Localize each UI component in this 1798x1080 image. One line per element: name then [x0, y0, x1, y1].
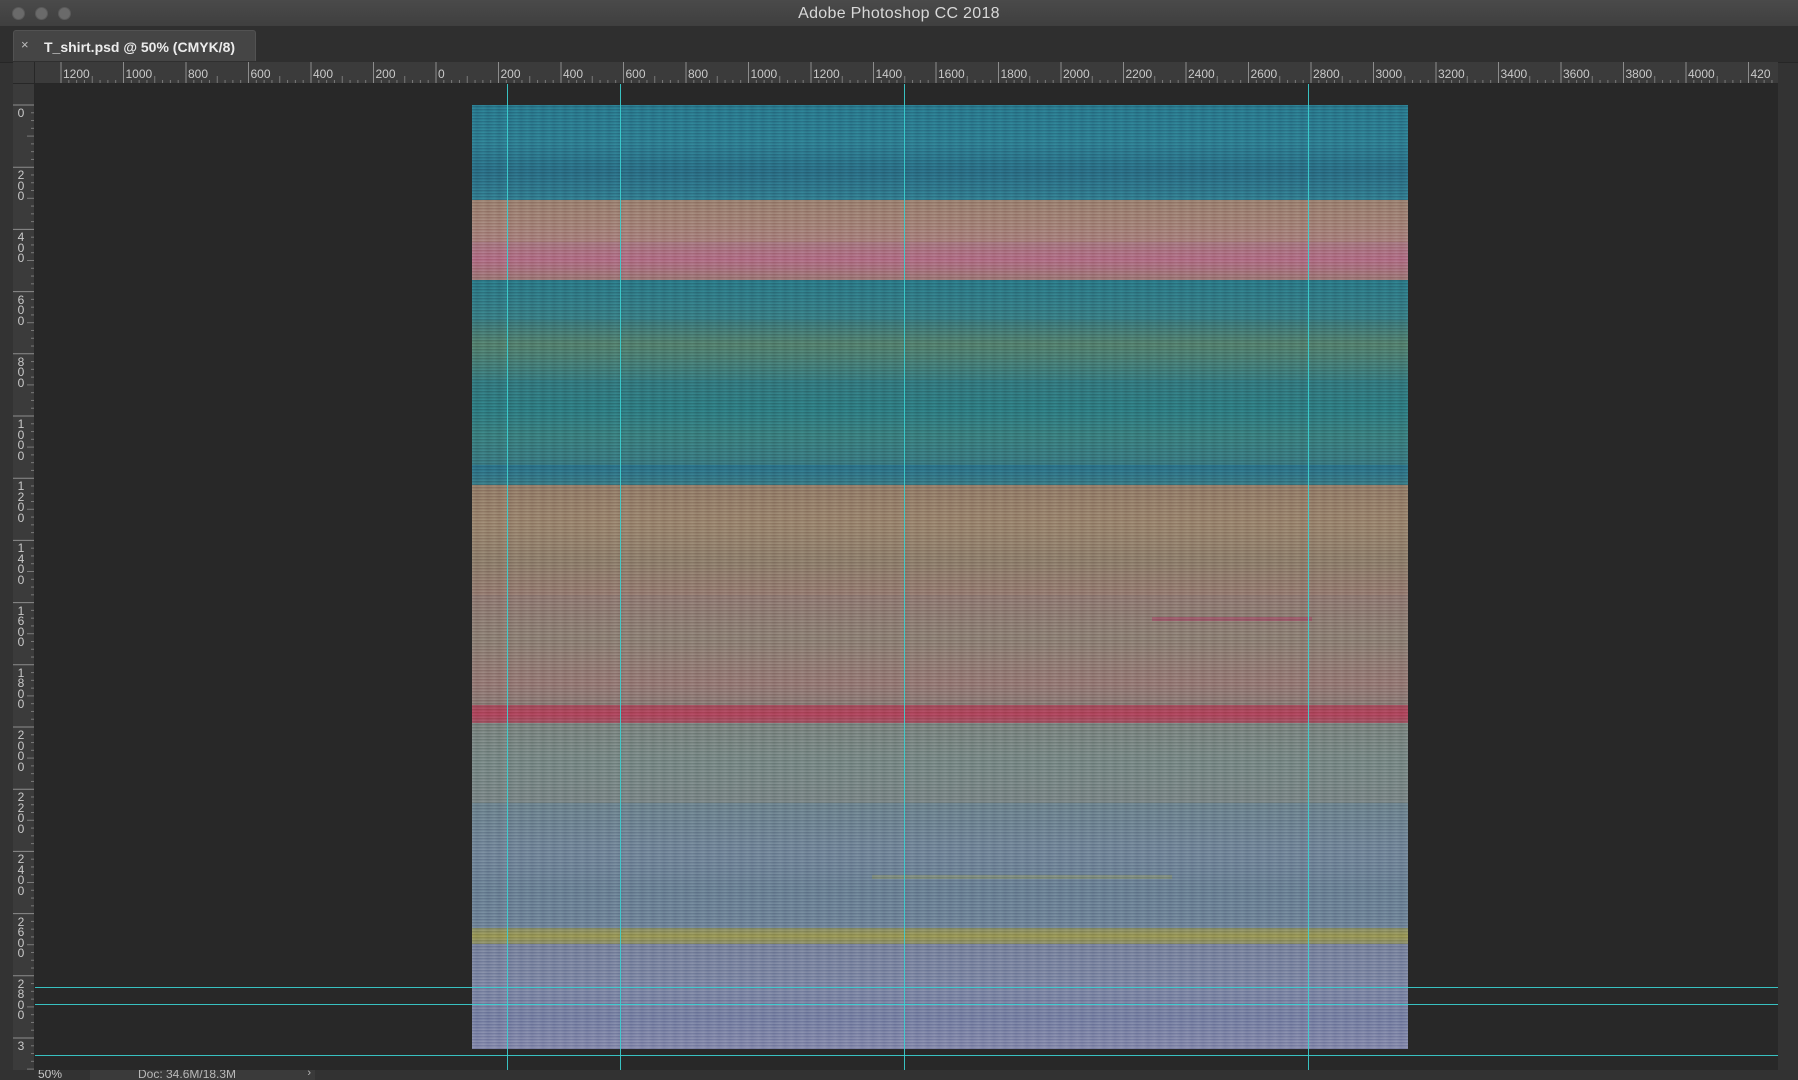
ruler-label: 3800 — [1625, 67, 1653, 81]
document-tab[interactable]: × T_shirt.psd @ 50% (CMYK/8) — [13, 30, 256, 61]
ruler-label: 1600 — [17, 603, 25, 650]
ruler-label: 0 — [17, 106, 25, 120]
ruler-label: 400 — [17, 230, 25, 266]
ruler-label: 2600 — [17, 914, 25, 961]
vertical-ruler[interactable]: 0 200 400 600 800 1000 1200 1400 1600 1800 2000 220… — [13, 84, 35, 1070]
ruler-label: 1600 — [938, 67, 965, 81]
ruler-label: 800 — [17, 354, 25, 390]
ruler-label: 1000 — [17, 417, 25, 463]
ruler-label: 2000 — [17, 728, 25, 774]
ruler-label: 2000 — [1063, 67, 1090, 81]
ruler-label: 2400 — [17, 852, 25, 898]
ruler-label: 1800 — [17, 665, 25, 712]
ruler-label: 1200 — [63, 67, 90, 81]
ruler-label: 2200 — [17, 790, 25, 836]
ruler-label: 2400 — [1188, 67, 1215, 81]
ruler-label: 1000 — [125, 67, 153, 81]
ruler-label: 1200 — [17, 479, 25, 525]
ruler-label: 3600 — [1563, 67, 1590, 81]
document-tab-label: T_shirt.psd @ 50% (CMYK/8) — [44, 39, 236, 55]
ruler-label: 1200 — [813, 67, 840, 81]
horizontal-ruler[interactable]: 1200 1000 800 600 400 200 0 200 400 600 800 1000 120… — [35, 62, 1778, 84]
ruler-label: 3200 — [1438, 67, 1465, 81]
horizontal-guide[interactable] — [35, 1004, 1778, 1005]
ruler-label: 800 — [188, 67, 209, 81]
vertical-guide[interactable] — [507, 84, 508, 1070]
ruler-label: 420 — [1750, 67, 1771, 81]
horizontal-guide[interactable] — [35, 1055, 1778, 1056]
document-info-field[interactable]: Doc: 34.6M/18.3M › — [90, 1070, 315, 1080]
vertical-guide[interactable] — [1308, 84, 1309, 1070]
document-tab-bar: × T_shirt.psd @ 50% (CMYK/8) — [0, 26, 1798, 63]
photoshop-window: Adobe Photoshop CC 2018 × T_shirt.psd @ … — [0, 0, 1798, 1080]
ruler-label: 2800 — [17, 976, 25, 1023]
ruler-label: 600 — [250, 67, 271, 81]
ruler-label: 400 — [563, 67, 584, 81]
ruler-label: 4000 — [1688, 67, 1715, 81]
ruler-label: 200 — [500, 67, 521, 81]
ruler-label: 1000 — [750, 67, 778, 81]
ruler-label: 3400 — [1500, 67, 1528, 81]
horizontal-guide[interactable] — [35, 987, 1778, 988]
ruler-label: 3000 — [1375, 67, 1403, 81]
ruler-label: 1400 — [17, 541, 25, 587]
vertical-guide[interactable] — [904, 84, 905, 1070]
tshirt-artwork-image[interactable] — [472, 105, 1408, 1049]
ruler-label: 200 — [375, 67, 396, 81]
ruler-label: 0 — [438, 67, 445, 81]
ruler-label: 600 — [17, 292, 25, 328]
ruler-label: 2200 — [1125, 67, 1153, 81]
status-bar: 50% Doc: 34.6M/18.3M › — [0, 1070, 1798, 1080]
close-icon[interactable]: × — [21, 38, 29, 52]
ruler-label: 2600 — [1250, 67, 1278, 81]
ruler-origin-corner[interactable] — [13, 62, 35, 84]
title-bar[interactable]: Adobe Photoshop CC 2018 — [0, 0, 1798, 27]
ruler-label: 600 — [625, 67, 646, 81]
document-size-text: Doc: 34.6M/18.3M — [138, 1070, 237, 1080]
ruler-label: 200 — [17, 168, 25, 204]
chevron-right-icon[interactable]: › — [307, 1070, 311, 1079]
document-canvas-area[interactable] — [35, 84, 1778, 1070]
canvas-scroll-gutter[interactable] — [1778, 84, 1798, 1070]
vertical-guide[interactable] — [620, 84, 621, 1070]
ruler-label: 2800 — [1313, 67, 1340, 81]
ruler-label: 1400 — [875, 67, 903, 81]
ruler-label: 800 — [688, 67, 709, 81]
window-title: Adobe Photoshop CC 2018 — [798, 5, 1000, 22]
zoom-level[interactable]: 50% — [38, 1070, 62, 1080]
ruler-label: 1800 — [1000, 67, 1028, 81]
ruler-label: 3 — [17, 1039, 25, 1053]
ruler-label: 400 — [313, 67, 334, 81]
